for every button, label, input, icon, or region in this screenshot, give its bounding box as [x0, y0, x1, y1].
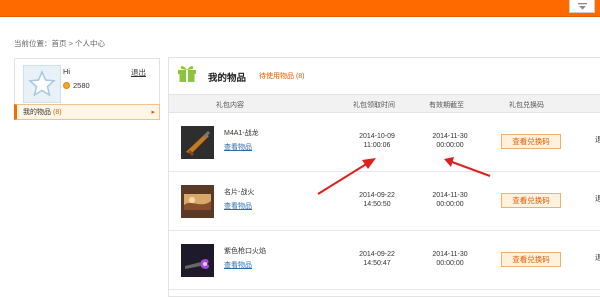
- sidebar-item-my-items[interactable]: 我的物品 (8) ▸: [14, 104, 160, 120]
- table-row: M4A1-战龙 查看物品 2014-10-09 11:00:06 2014-11-…: [169, 114, 600, 172]
- view-code-button[interactable]: 查看兑换码: [501, 134, 561, 149]
- expire-time: 2014-11-30 00:00:00: [432, 251, 468, 267]
- claim-time: 2014-10-09 11:00:06: [359, 133, 395, 149]
- muzzle-flame-image-icon: [181, 244, 214, 277]
- pending-items-link[interactable]: 待使用物品 (8): [259, 71, 305, 81]
- username: Hi: [63, 67, 71, 76]
- item-thumbnail: [181, 185, 214, 218]
- item-thumbnail: [181, 126, 214, 159]
- item-name: 名片-战火: [224, 189, 255, 196]
- top-dropdown-button[interactable]: [569, 0, 595, 13]
- item-thumbnail: [181, 244, 214, 277]
- view-item-link[interactable]: 查看物品: [224, 201, 252, 211]
- table-header: 礼包内容 礼包领取时间 有效期截至 礼包兑换码: [169, 94, 600, 113]
- logout-link[interactable]: 退出: [131, 67, 146, 78]
- view-item-link[interactable]: 查看物品: [224, 260, 252, 270]
- page-title: 我的物品: [208, 73, 247, 84]
- avatar: [23, 65, 61, 103]
- return-link[interactable]: 退: [595, 134, 600, 145]
- col-header-code: 礼包兑换码: [509, 102, 544, 109]
- expire-time: 2014-11-30 00:00:00: [432, 192, 468, 208]
- table-row: 紫色枪口火焰 查看物品 2014-09-22 14:50:47 2014-11-3…: [169, 232, 600, 290]
- points-display: 2580: [63, 81, 90, 90]
- sidebar-item-label: 我的物品: [23, 109, 51, 116]
- my-items-panel: 我的物品 待使用物品 (8) 礼包内容 礼包领取时间 有效期截至 礼包兑换码 M…: [168, 57, 600, 297]
- claim-time: 2014-09-22 14:50:47: [359, 251, 395, 267]
- item-name: 紫色枪口火焰: [224, 248, 266, 255]
- view-item-link[interactable]: 查看物品: [224, 142, 252, 152]
- sidebar-item-count: (8): [53, 108, 62, 116]
- view-code-button[interactable]: 查看兑换码: [501, 193, 561, 208]
- table-row: 名片-战火 查看物品 2014-09-22 14:50:50 2014-11-30…: [169, 173, 600, 231]
- star-avatar-icon: [28, 70, 56, 97]
- col-header-claim-time: 礼包领取时间: [353, 102, 395, 109]
- menu-icon: [577, 2, 587, 9]
- claim-time: 2014-09-22 14:50:50: [359, 192, 395, 208]
- coin-icon: [63, 82, 70, 89]
- view-code-button[interactable]: 查看兑换码: [501, 252, 561, 267]
- rifle-image-icon: [181, 126, 214, 159]
- expire-time: 2014-11-30 00:00:00: [432, 133, 468, 149]
- card-image-icon: [181, 185, 214, 218]
- col-header-content: 礼包内容: [216, 102, 244, 109]
- return-link[interactable]: 退: [595, 252, 600, 263]
- top-bar: [0, 0, 600, 17]
- breadcrumb: 当前位置：首页 > 个人中心: [14, 39, 106, 48]
- item-name: M4A1-战龙: [224, 130, 259, 137]
- points-value: 2580: [73, 81, 90, 90]
- return-link[interactable]: 退: [595, 193, 600, 204]
- col-header-expire: 有效期截至: [429, 102, 464, 109]
- gift-icon: [178, 66, 196, 82]
- chevron-right-icon: ▸: [151, 109, 155, 116]
